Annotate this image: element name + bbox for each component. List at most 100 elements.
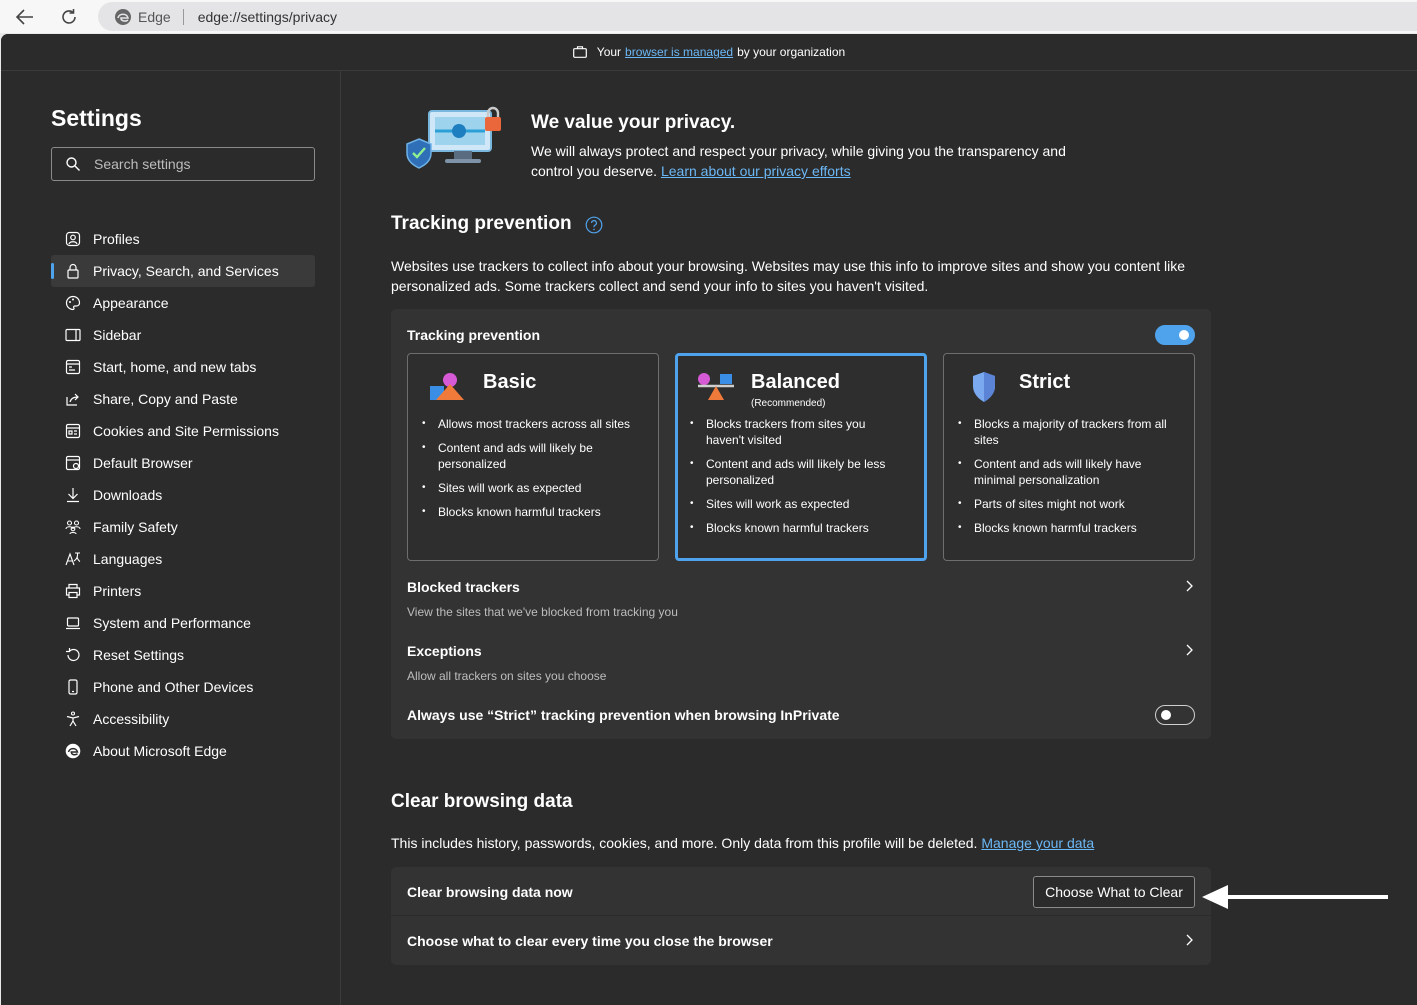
- tracking-heading: Tracking prevention: [391, 213, 572, 234]
- sidebar-item-default-browser[interactable]: Default Browser: [51, 447, 315, 479]
- accessibility-icon: [65, 711, 81, 727]
- sidebar-item-label: Family Safety: [93, 519, 178, 535]
- level-bullets: Blocks a majority of trackers from all s…: [958, 416, 1174, 544]
- clear-on-close-label[interactable]: Choose what to clear every time you clos…: [407, 933, 773, 949]
- list-item: Blocks a majority of trackers from all s…: [958, 416, 1174, 448]
- strict-inprivate-toggle[interactable]: [1155, 705, 1195, 725]
- sidebar-item-label: Downloads: [93, 487, 163, 503]
- list-item: Blocks known harmful trackers: [422, 504, 638, 520]
- sidebar-item-label: Share, Copy and Paste: [93, 391, 238, 407]
- blocked-trackers-title[interactable]: Blocked trackers: [407, 579, 520, 595]
- sidebar-item-reset[interactable]: Reset Settings: [51, 639, 315, 671]
- exceptions-sub: Allow all trackers on sites you choose: [407, 669, 607, 683]
- sidebar-item-label: Sidebar: [93, 327, 142, 343]
- lock-icon: [65, 263, 81, 279]
- clear-now-label: Clear browsing data now: [407, 884, 573, 900]
- tracking-description: Websites use trackers to collect info ab…: [391, 258, 1185, 294]
- sidebar-item-accessibility[interactable]: Accessibility: [51, 703, 315, 735]
- back-button[interactable]: [12, 4, 38, 30]
- tracking-card-title: Tracking prevention: [407, 327, 541, 343]
- exceptions-title[interactable]: Exceptions: [407, 643, 482, 659]
- family-icon: [65, 519, 81, 535]
- chevron-right-icon[interactable]: [1183, 934, 1195, 946]
- hero-description: We will always protect and respect your …: [531, 141, 1091, 181]
- briefcase-icon: [572, 46, 587, 58]
- refresh-button[interactable]: [56, 4, 82, 30]
- list-item: Blocks known harmful trackers: [958, 520, 1174, 536]
- level-basic[interactable]: Basic Allows most trackers across all si…: [407, 353, 659, 561]
- level-strict[interactable]: Strict Blocks a majority of trackers fro…: [943, 353, 1195, 561]
- back-arrow-icon: [16, 9, 33, 25]
- sidebar-nav: Profiles Privacy, Search, and Services A…: [51, 223, 315, 767]
- choose-what-to-clear-button[interactable]: Choose What to Clear: [1033, 876, 1195, 908]
- list-item: Sites will work as expected: [690, 496, 906, 512]
- sidebar-item-label: Accessibility: [93, 711, 170, 727]
- sidebar-item-cookies[interactable]: Cookies and Site Permissions: [51, 415, 315, 447]
- home-tabs-icon: [65, 359, 81, 375]
- sidebar-item-profiles[interactable]: Profiles: [51, 223, 315, 255]
- search-icon: [66, 157, 80, 171]
- level-title: Strict: [1019, 371, 1071, 393]
- sidebar-item-phone[interactable]: Phone and Other Devices: [51, 671, 315, 703]
- sidebar-item-appearance[interactable]: Appearance: [51, 287, 315, 319]
- sidebar-item-about[interactable]: About Microsoft Edge: [51, 735, 315, 767]
- sidebar-item-privacy[interactable]: Privacy, Search, and Services: [51, 255, 315, 287]
- sidebar-item-label: Default Browser: [93, 455, 193, 471]
- sidebar-item-label: System and Performance: [93, 615, 251, 631]
- sidebar-item-family-safety[interactable]: Family Safety: [51, 511, 315, 543]
- settings-title: Settings: [51, 105, 142, 131]
- address-separator: [182, 8, 184, 25]
- strict-inprivate-label: Always use “Strict” tracking prevention …: [407, 707, 840, 723]
- sidebar-item-label: Printers: [93, 583, 142, 599]
- address-bar[interactable]: Edge edge://settings/privacy: [98, 2, 1417, 31]
- help-icon[interactable]: [585, 216, 603, 239]
- default-browser-icon: [65, 455, 81, 471]
- laptop-icon: [65, 615, 81, 631]
- sidebar-item-label: Start, home, and new tabs: [93, 359, 257, 375]
- level-bullets: Allows most trackers across all sites Co…: [422, 416, 638, 528]
- search-box[interactable]: [51, 147, 315, 181]
- browser-managed-link[interactable]: browser is managed: [625, 45, 733, 59]
- url-text[interactable]: edge://settings/privacy: [198, 9, 337, 25]
- sidebar-item-system[interactable]: System and Performance: [51, 607, 315, 639]
- cookies-icon: [65, 423, 81, 439]
- sidebar-item-languages[interactable]: Languages: [51, 543, 315, 575]
- managed-banner: Your browser is managed by your organiza…: [1, 34, 1417, 71]
- settings-sidebar: Settings Profiles Privacy, Search, and S…: [1, 71, 341, 1005]
- level-title: Basic: [483, 371, 537, 393]
- balance-scale-icon: [696, 370, 736, 404]
- share-icon: [65, 391, 81, 407]
- list-item: Blocks known harmful trackers: [690, 520, 906, 536]
- list-item: Blocks trackers from sites you haven't v…: [690, 416, 906, 448]
- edge-logo-icon: [65, 743, 81, 759]
- list-item: Sites will work as expected: [422, 480, 638, 496]
- privacy-efforts-link[interactable]: Learn about our privacy efforts: [661, 163, 851, 179]
- level-recommended: (Recommended): [751, 398, 826, 409]
- palette-icon: [65, 295, 81, 311]
- chevron-right-icon[interactable]: [1183, 580, 1195, 592]
- sidebar-icon: [65, 327, 81, 343]
- tracking-toggle[interactable]: [1155, 325, 1195, 345]
- level-balanced[interactable]: Balanced (Recommended) Blocks trackers f…: [675, 353, 927, 561]
- row-divider: [391, 915, 1211, 916]
- managed-text-after: by your organization: [737, 45, 846, 59]
- list-item: Content and ads will likely have minimal…: [958, 456, 1174, 488]
- manage-data-link[interactable]: Manage your data: [981, 835, 1094, 851]
- hero-title: We value your privacy.: [531, 112, 736, 133]
- list-item: Content and ads will likely be less pers…: [690, 456, 906, 488]
- clear-text: This includes history, passwords, cookie…: [391, 835, 978, 851]
- privacy-illustration: [399, 105, 509, 177]
- sidebar-item-printers[interactable]: Printers: [51, 575, 315, 607]
- download-icon: [65, 487, 81, 503]
- sidebar-item-sidebar[interactable]: Sidebar: [51, 319, 315, 351]
- clear-heading: Clear browsing data: [391, 791, 573, 812]
- search-input[interactable]: [94, 156, 294, 172]
- sidebar-item-label: Reset Settings: [93, 647, 185, 663]
- sidebar-item-label: Languages: [93, 551, 163, 567]
- languages-icon: [65, 551, 81, 567]
- sidebar-item-share-copy[interactable]: Share, Copy and Paste: [51, 383, 315, 415]
- sidebar-item-label: About Microsoft Edge: [93, 743, 227, 759]
- sidebar-item-start-home[interactable]: Start, home, and new tabs: [51, 351, 315, 383]
- chevron-right-icon[interactable]: [1183, 644, 1195, 656]
- sidebar-item-downloads[interactable]: Downloads: [51, 479, 315, 511]
